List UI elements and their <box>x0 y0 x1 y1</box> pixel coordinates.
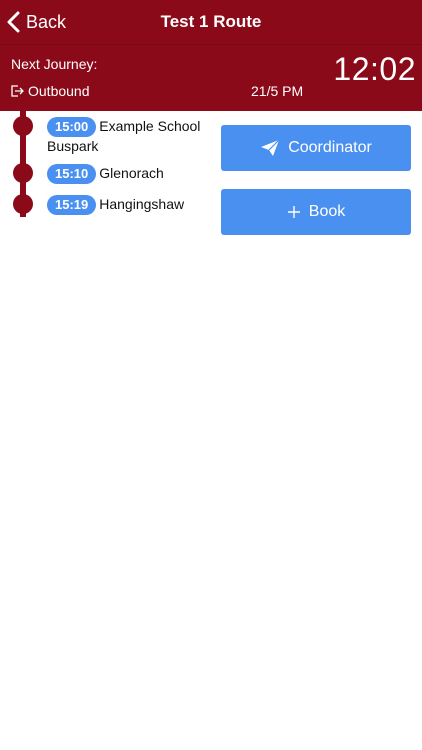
book-label: Book <box>308 203 346 220</box>
stop-name: Glenorach <box>99 165 164 181</box>
book-button[interactable]: Book <box>221 189 411 235</box>
stop-time-badge: 15:10 <box>47 164 97 184</box>
stop-time-badge: 15:00 <box>47 117 97 137</box>
stop-name: Hangingshaw <box>99 196 185 212</box>
exit-arrow-icon <box>11 85 24 97</box>
next-journey-panel: Next Journey: Outbound 21/5 PM 12:02 <box>0 45 422 111</box>
top-nav-bar: Back Test 1 Route <box>0 0 422 45</box>
route-stop: 15:10 Glenorach <box>47 164 212 184</box>
stop-marker <box>13 116 33 136</box>
coordinator-label: Coordinator <box>288 139 372 156</box>
paper-plane-icon <box>261 139 280 156</box>
page-title: Test 1 Route <box>160 12 262 31</box>
direction-indicator: Outbound <box>10 83 90 99</box>
route-stop: 15:19 Hangingshaw <box>47 195 212 215</box>
next-journey-label: Next Journey: <box>11 56 98 72</box>
journey-time: 12:02 <box>333 51 416 87</box>
stop-marker <box>13 163 33 183</box>
direction-label: Outbound <box>28 83 90 99</box>
coordinator-button[interactable]: Coordinator <box>221 125 411 171</box>
stop-marker <box>13 194 33 214</box>
route-stop: 15:00 Example School Buspark <box>47 117 212 155</box>
journey-date: 21/5 PM <box>251 83 304 99</box>
stop-time-badge: 15:19 <box>47 195 97 215</box>
plus-icon <box>287 206 300 218</box>
